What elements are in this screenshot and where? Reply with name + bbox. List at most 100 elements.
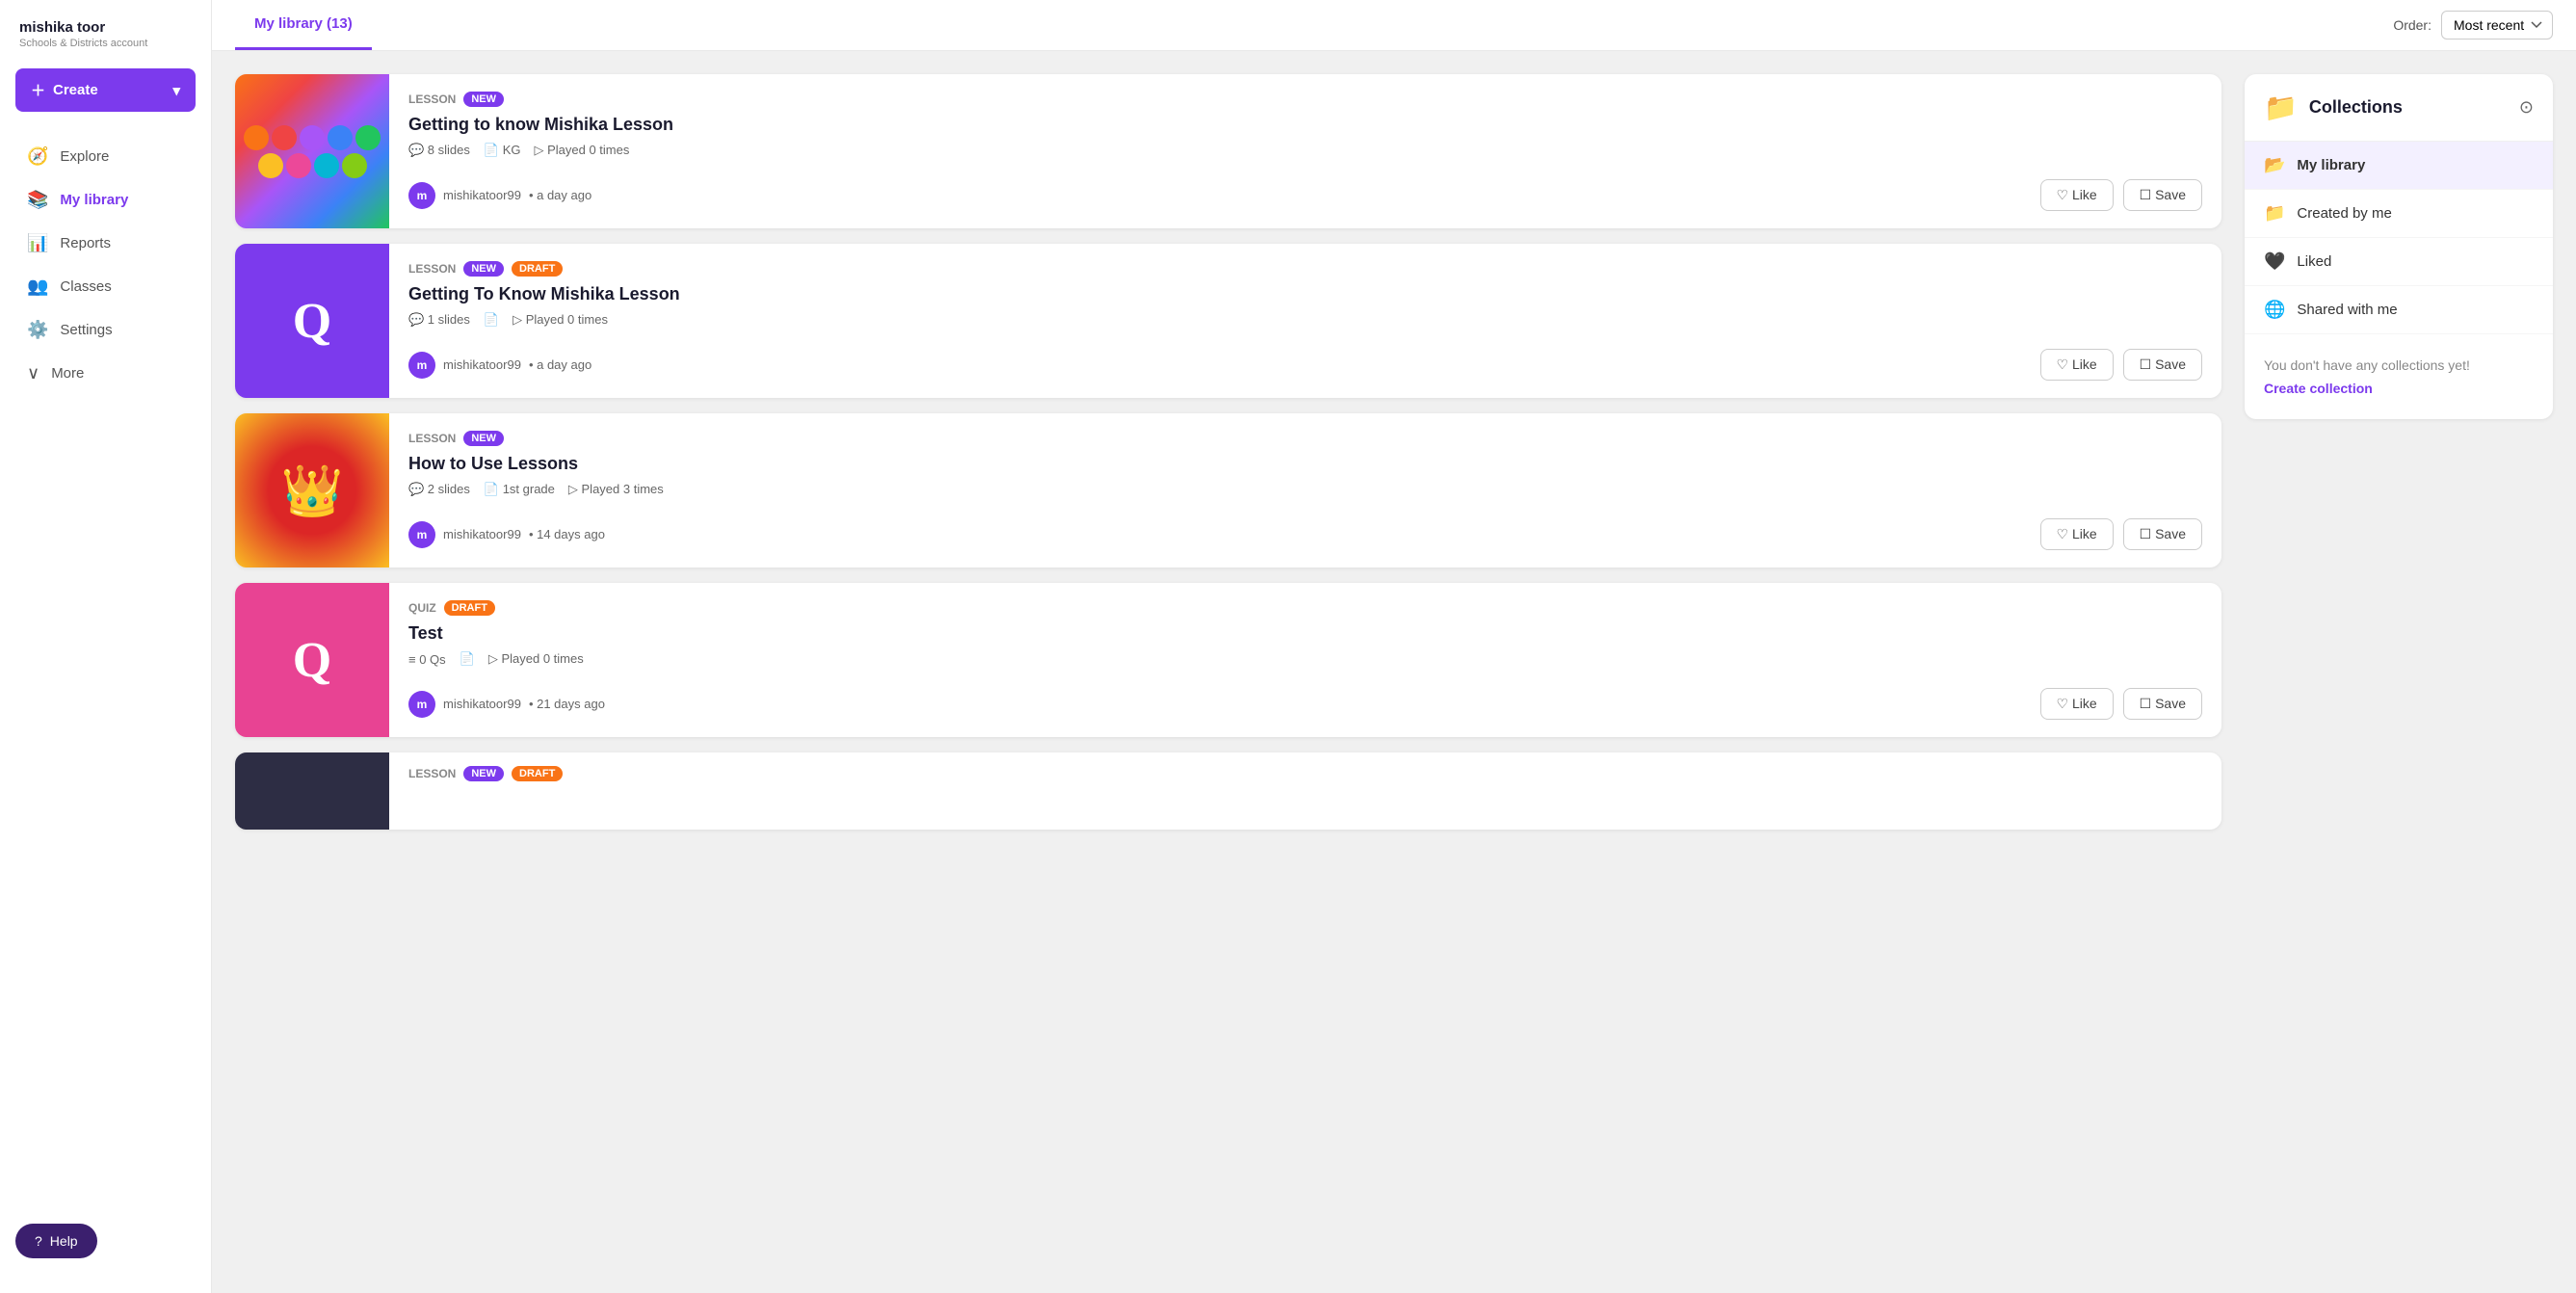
- avatar: m: [408, 182, 435, 209]
- sidebar: mishika toor Schools & Districts account…: [0, 0, 212, 1293]
- card-actions: ♡ Like ☐ Save: [2040, 179, 2202, 211]
- card-meta: LESSON NEW DRAFT: [408, 766, 2202, 781]
- badge-new: NEW: [463, 92, 504, 107]
- avatar: m: [408, 352, 435, 379]
- card-actions: ♡ Like ☐ Save: [2040, 518, 2202, 550]
- badge-new: NEW: [463, 431, 504, 446]
- like-button[interactable]: ♡ Like: [2040, 179, 2114, 211]
- card-meta: LESSON NEW: [408, 431, 2202, 446]
- q-logo-icon: Q: [293, 293, 331, 350]
- create-button[interactable]: ＋ Create ▾: [15, 68, 196, 112]
- sidebar-item-explore[interactable]: 🧭 Explore: [8, 135, 203, 178]
- user-name: mishika toor: [19, 19, 192, 36]
- sidebar-item-settings[interactable]: ⚙️ Settings: [8, 308, 203, 352]
- open-folder-icon: 📂: [2264, 155, 2285, 175]
- card-type: LESSON: [408, 767, 456, 780]
- help-button[interactable]: ? Help: [15, 1224, 97, 1258]
- table-row: 👑 LESSON NEW How to Use Lessons 💬 2 slid…: [235, 413, 2221, 567]
- table-row: Q LESSON NEW DRAFT Getting To Know Mishi…: [235, 244, 2221, 398]
- avatar: m: [408, 521, 435, 548]
- badge-new: NEW: [463, 261, 504, 277]
- card-footer: m mishikatoor99 • 21 days ago ♡ Like ☐ S…: [408, 688, 2202, 720]
- card-thumbnail: Q: [235, 244, 389, 398]
- played-stat: ▷ Played 0 times: [534, 143, 629, 158]
- order-label: Order:: [2393, 17, 2431, 33]
- card-body: LESSON NEW Getting to know Mishika Lesso…: [389, 74, 2221, 228]
- collections-nav-item-shared-with-me[interactable]: 🌐 Shared with me: [2245, 286, 2553, 334]
- card-thumbnail: [235, 752, 389, 830]
- globe-icon: 🌐: [2264, 300, 2285, 320]
- order-select[interactable]: Most recent Oldest A-Z Z-A: [2441, 11, 2553, 40]
- sidebar-item-my-library[interactable]: 📚 My library: [8, 178, 203, 222]
- order-section: Order: Most recent Oldest A-Z Z-A: [2393, 11, 2553, 40]
- crown-icon: 👑: [281, 462, 344, 520]
- card-footer: m mishikatoor99 • a day ago ♡ Like ☐ Sav…: [408, 349, 2202, 381]
- card-footer: m mishikatoor99 • 14 days ago ♡ Like ☐ S…: [408, 518, 2202, 550]
- card-title[interactable]: Test: [408, 623, 2202, 644]
- sidebar-item-more[interactable]: ∨ More: [8, 352, 203, 395]
- tab-my-library[interactable]: My library (13): [235, 0, 372, 50]
- card-author: m mishikatoor99 • a day ago: [408, 352, 591, 379]
- played-stat: ▷ Played 0 times: [513, 312, 608, 328]
- collections-nav-item-created-by-me[interactable]: 📁 Created by me: [2245, 190, 2553, 238]
- badge-draft: DRAFT: [444, 600, 495, 616]
- folder-icon: 📁: [2264, 203, 2285, 224]
- save-button[interactable]: ☐ Save: [2123, 518, 2202, 550]
- help-icon: ?: [35, 1233, 42, 1249]
- card-type: LESSON: [408, 432, 456, 445]
- like-button[interactable]: ♡ Like: [2040, 688, 2114, 720]
- card-type: LESSON: [408, 262, 456, 276]
- shared-with-me-label: Shared with me: [2297, 302, 2397, 318]
- grade-stat: 📄 1st grade: [484, 482, 555, 497]
- card-list: LESSON NEW Getting to know Mishika Lesso…: [235, 74, 2221, 1270]
- save-button[interactable]: ☐ Save: [2123, 688, 2202, 720]
- like-button[interactable]: ♡ Like: [2040, 349, 2114, 381]
- card-footer: m mishikatoor99 • a day ago ♡ Like ☐ Sav…: [408, 179, 2202, 211]
- sidebar-item-classes[interactable]: 👥 Classes: [8, 265, 203, 308]
- card-title[interactable]: Getting to know Mishika Lesson: [408, 115, 2202, 135]
- avatar: m: [408, 691, 435, 718]
- card-author: m mishikatoor99 • 14 days ago: [408, 521, 605, 548]
- card-actions: ♡ Like ☐ Save: [2040, 349, 2202, 381]
- grade-stat: 📄: [484, 312, 499, 328]
- card-stats: 💬 1 slides 📄 ▷ Played 0 times: [408, 312, 2202, 328]
- save-button[interactable]: ☐ Save: [2123, 349, 2202, 381]
- card-type: LESSON: [408, 92, 456, 106]
- user-subtitle: Schools & Districts account: [19, 38, 192, 49]
- collections-arrow-icon[interactable]: ⊙: [2519, 97, 2534, 118]
- played-stat: ▷ Played 0 times: [488, 651, 584, 667]
- table-row: Q QUIZ DRAFT Test ≡ 0 Qs 📄 ▷ Played 0 ti…: [235, 583, 2221, 737]
- card-meta: LESSON NEW: [408, 92, 2202, 107]
- time-ago: • a day ago: [529, 357, 591, 372]
- card-body: LESSON NEW DRAFT: [389, 752, 2221, 830]
- chevron-down-icon: ▾: [172, 82, 180, 99]
- badge-draft: DRAFT: [512, 766, 563, 781]
- plus-icon: ＋: [31, 80, 45, 100]
- time-ago: • 14 days ago: [529, 527, 605, 541]
- collections-nav: 📂 My library 📁 Created by me 🖤 Liked 🌐 S…: [2245, 142, 2553, 334]
- collections-nav-item-my-library[interactable]: 📂 My library: [2245, 142, 2553, 190]
- card-title[interactable]: Getting To Know Mishika Lesson: [408, 284, 2202, 304]
- my-library-label: My library: [2297, 157, 2365, 173]
- card-meta: QUIZ DRAFT: [408, 600, 2202, 616]
- card-stats: 💬 2 slides 📄 1st grade ▷ Played 3 times: [408, 482, 2202, 497]
- classes-label: Classes: [60, 278, 111, 295]
- card-actions: ♡ Like ☐ Save: [2040, 688, 2202, 720]
- card-author: m mishikatoor99 • a day ago: [408, 182, 591, 209]
- save-button[interactable]: ☐ Save: [2123, 179, 2202, 211]
- qs-stat: ≡ 0 Qs: [408, 652, 446, 667]
- collections-nav-item-liked[interactable]: 🖤 Liked: [2245, 238, 2553, 286]
- card-body: LESSON NEW How to Use Lessons 💬 2 slides…: [389, 413, 2221, 567]
- card-stats: ≡ 0 Qs 📄 ▷ Played 0 times: [408, 651, 2202, 667]
- author-name: mishikatoor99: [443, 527, 521, 541]
- played-stat: ▷ Played 3 times: [568, 482, 664, 497]
- card-thumbnail: [235, 74, 389, 228]
- grade-stat: 📄: [460, 651, 475, 667]
- collections-empty: You don't have any collections yet! Crea…: [2245, 334, 2553, 419]
- create-collection-link[interactable]: Create collection: [2264, 381, 2534, 396]
- card-title[interactable]: How to Use Lessons: [408, 454, 2202, 474]
- sidebar-item-reports[interactable]: 📊 Reports: [8, 222, 203, 265]
- card-meta: LESSON NEW DRAFT: [408, 261, 2202, 277]
- like-button[interactable]: ♡ Like: [2040, 518, 2114, 550]
- classes-icon: 👥: [27, 277, 48, 297]
